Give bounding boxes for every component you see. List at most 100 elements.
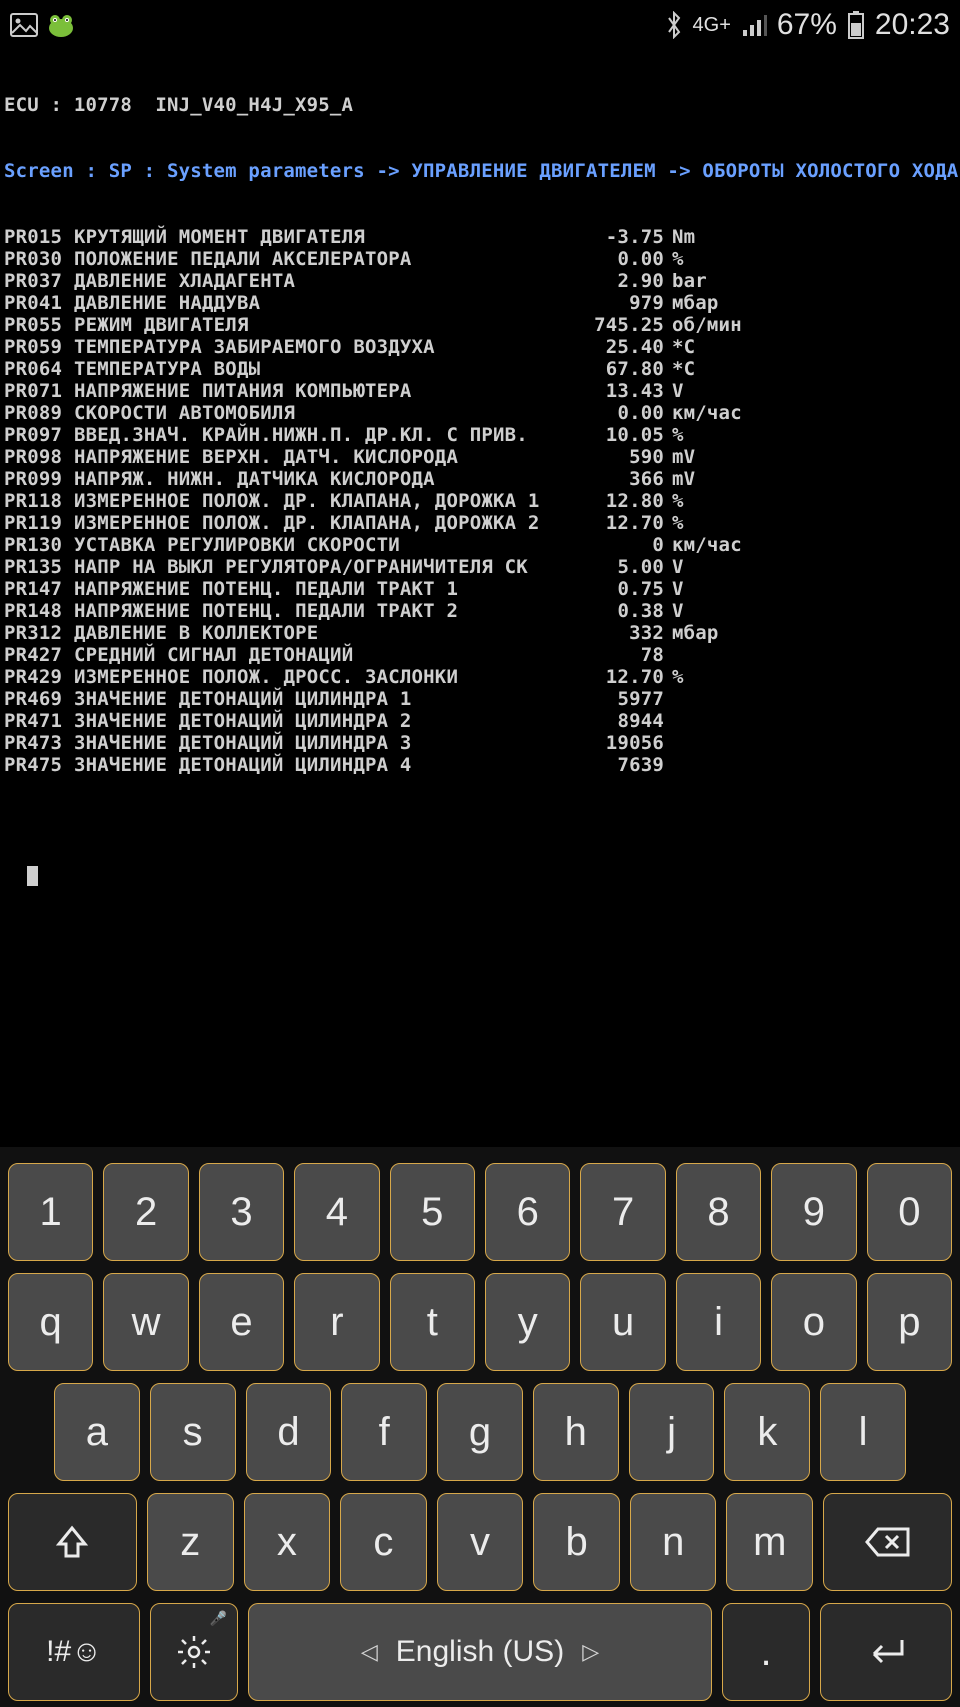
param-row: PR030ПОЛОЖЕНИЕ ПЕДАЛИ АКСЕЛЕРАТОРА0.00% [4, 248, 956, 270]
key-r[interactable]: r [294, 1273, 379, 1371]
param-unit: % [672, 424, 684, 446]
space-key[interactable]: ◁ English (US) ▷ [248, 1603, 712, 1701]
param-desc: ДАВЛЕНИЕ ХЛАДАГЕНТА [74, 270, 534, 292]
param-unit: *C [672, 336, 695, 358]
param-desc: НАПРЯЖЕНИЕ ПИТАНИЯ КОМПЬЮТЕРА [74, 380, 534, 402]
param-row: PR471ЗНАЧЕНИЕ ДЕТОНАЦИЙ ЦИЛИНДРА 28944 [4, 710, 956, 732]
key-m[interactable]: m [726, 1493, 813, 1591]
key-g[interactable]: g [437, 1383, 523, 1481]
param-desc: НАПРЯЖЕНИЕ ПОТЕНЦ. ПЕДАЛИ ТРАКТ 2 [74, 600, 534, 622]
frog-icon [46, 12, 76, 38]
period-key[interactable]: . [722, 1603, 810, 1701]
param-unit: Nm [672, 226, 695, 248]
param-id: PR041 [4, 292, 74, 314]
status-bar: 4G+ 67% 20:23 [0, 0, 960, 50]
param-id: PR097 [4, 424, 74, 446]
key-u[interactable]: u [580, 1273, 665, 1371]
key-p[interactable]: p [867, 1273, 952, 1371]
key-a[interactable]: a [54, 1383, 140, 1481]
cursor [27, 866, 38, 886]
param-unit: V [672, 578, 684, 600]
shift-key[interactable] [8, 1493, 137, 1591]
param-value: 13.43 [534, 380, 672, 402]
key-9[interactable]: 9 [771, 1163, 856, 1261]
param-id: PR473 [4, 732, 74, 754]
param-desc: ЗНАЧЕНИЕ ДЕТОНАЦИЙ ЦИЛИНДРА 3 [74, 732, 534, 754]
key-b[interactable]: b [533, 1493, 620, 1591]
key-x[interactable]: x [244, 1493, 331, 1591]
param-id: PR312 [4, 622, 74, 644]
param-row: PR097ВВЕД.ЗНАЧ. КРАЙН.НИЖН.П. ДР.КЛ. С П… [4, 424, 956, 446]
key-h[interactable]: h [533, 1383, 619, 1481]
param-id: PR147 [4, 578, 74, 600]
param-row: PR429ИЗМЕРЕННОЕ ПОЛОЖ. ДРОСС. ЗАСЛОНКИ12… [4, 666, 956, 688]
key-4[interactable]: 4 [294, 1163, 379, 1261]
key-3[interactable]: 3 [199, 1163, 284, 1261]
param-row: PR098НАПРЯЖЕНИЕ ВЕРХН. ДАТЧ. КИСЛОРОДА59… [4, 446, 956, 468]
key-l[interactable]: l [820, 1383, 906, 1481]
key-7[interactable]: 7 [580, 1163, 665, 1261]
param-desc: УСТАВКА РЕГУЛИРОВКИ СКОРОСТИ [74, 534, 534, 556]
key-8[interactable]: 8 [676, 1163, 761, 1261]
param-id: PR015 [4, 226, 74, 248]
param-value: 8944 [534, 710, 672, 732]
key-c[interactable]: c [340, 1493, 427, 1591]
key-5[interactable]: 5 [390, 1163, 475, 1261]
key-f[interactable]: f [341, 1383, 427, 1481]
enter-key[interactable] [820, 1603, 952, 1701]
param-unit: V [672, 556, 684, 578]
param-value: 745.25 [534, 314, 672, 336]
param-id: PR118 [4, 490, 74, 512]
param-id: PR429 [4, 666, 74, 688]
key-z[interactable]: z [147, 1493, 234, 1591]
param-value: 590 [534, 446, 672, 468]
param-id: PR059 [4, 336, 74, 358]
lang-next-icon: ▷ [582, 1639, 599, 1665]
param-row: PR473ЗНАЧЕНИЕ ДЕТОНАЦИЙ ЦИЛИНДРА 319056 [4, 732, 956, 754]
param-desc: РЕЖИМ ДВИГАТЕЛЯ [74, 314, 534, 336]
param-value: 0.00 [534, 402, 672, 424]
param-unit: об/мин [672, 314, 742, 336]
key-n[interactable]: n [630, 1493, 717, 1591]
key-0[interactable]: 0 [867, 1163, 952, 1261]
backspace-key[interactable] [823, 1493, 952, 1591]
param-unit: км/час [672, 402, 742, 424]
key-v[interactable]: v [437, 1493, 524, 1591]
key-6[interactable]: 6 [485, 1163, 570, 1261]
param-value: 67.80 [534, 358, 672, 380]
key-o[interactable]: o [771, 1273, 856, 1371]
key-y[interactable]: y [485, 1273, 570, 1371]
key-w[interactable]: w [103, 1273, 188, 1371]
symbols-key[interactable]: !#☺ [8, 1603, 140, 1701]
param-id: PR030 [4, 248, 74, 270]
param-value: 979 [534, 292, 672, 314]
param-id: PR148 [4, 600, 74, 622]
terminal-output[interactable]: ECU : 10778 INJ_V40_H4J_X95_A Screen : S… [0, 50, 960, 886]
param-row: PR475ЗНАЧЕНИЕ ДЕТОНАЦИЙ ЦИЛИНДРА 47639 [4, 754, 956, 776]
param-value: 12.70 [534, 512, 672, 534]
key-e[interactable]: e [199, 1273, 284, 1371]
param-row: PR089СКОРОСТИ АВТОМОБИЛЯ0.00км/час [4, 402, 956, 424]
key-2[interactable]: 2 [103, 1163, 188, 1261]
param-row: PR099НАПРЯЖ. НИЖН. ДАТЧИКА КИСЛОРОДА366m… [4, 468, 956, 490]
param-id: PR471 [4, 710, 74, 732]
key-i[interactable]: i [676, 1273, 761, 1371]
ecu-header: ECU : 10778 INJ_V40_H4J_X95_A [4, 94, 956, 116]
param-row: PR130УСТАВКА РЕГУЛИРОВКИ СКОРОСТИ0км/час [4, 534, 956, 556]
settings-key[interactable]: 🎤 [150, 1603, 238, 1701]
key-1[interactable]: 1 [8, 1163, 93, 1261]
key-d[interactable]: d [246, 1383, 332, 1481]
param-row: PR427СРЕДНИЙ СИГНАЛ ДЕТОНАЦИЙ78 [4, 644, 956, 666]
key-j[interactable]: j [629, 1383, 715, 1481]
key-q[interactable]: q [8, 1273, 93, 1371]
param-desc: ДАВЛЕНИЕ НАДДУВА [74, 292, 534, 314]
key-t[interactable]: t [390, 1273, 475, 1371]
key-k[interactable]: k [724, 1383, 810, 1481]
param-row: PR312ДАВЛЕНИЕ В КОЛЛЕКТОРЕ332мбар [4, 622, 956, 644]
param-desc: НАПРЯЖЕНИЕ ВЕРХН. ДАТЧ. КИСЛОРОДА [74, 446, 534, 468]
param-desc: ДАВЛЕНИЕ В КОЛЛЕКТОРЕ [74, 622, 534, 644]
param-row: PR119ИЗМЕРЕННОЕ ПОЛОЖ. ДР. КЛАПАНА, ДОРО… [4, 512, 956, 534]
param-unit: bar [672, 270, 707, 292]
param-id: PR099 [4, 468, 74, 490]
key-s[interactable]: s [150, 1383, 236, 1481]
